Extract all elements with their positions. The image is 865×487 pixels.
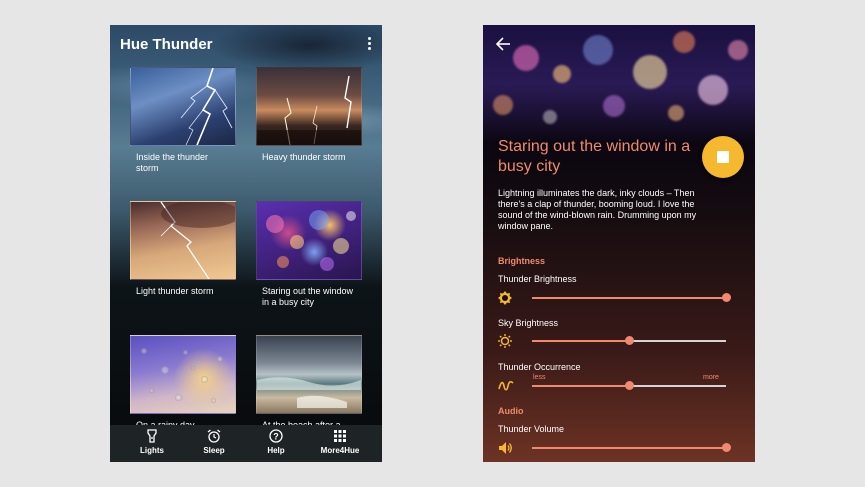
scene-tile[interactable]: Light thunder storm (130, 201, 236, 297)
thunder-volume-slider[interactable] (532, 442, 731, 454)
nav-sleep-label: Sleep (203, 446, 225, 455)
bottom-navigation: Lights Sleep ? Help More4Hue (110, 425, 382, 462)
svg-text:?: ? (273, 432, 279, 442)
sky-brightness-label: Sky Brightness (498, 318, 559, 328)
scene-thumbnail-bokeh-city-lights (256, 201, 362, 280)
scene-thumbnail-raindrops-window (130, 335, 236, 414)
main-screen: Hue Thunder Inside the thunder storm Hea… (110, 25, 382, 462)
section-brightness: Brightness (498, 256, 546, 266)
grid-icon (334, 430, 346, 442)
back-arrow-icon[interactable] (495, 37, 511, 51)
stop-icon (717, 151, 729, 163)
section-audio: Audio (498, 406, 524, 416)
scene-tile-label: Light thunder storm (136, 286, 214, 296)
nav-help-label: Help (267, 446, 285, 455)
scene-thumbnail-lightning-sunset (256, 67, 362, 146)
nav-sleep[interactable]: Sleep (184, 429, 244, 455)
app-bar: Hue Thunder (110, 25, 382, 63)
overflow-menu-icon[interactable] (368, 37, 372, 51)
scene-thumbnail-stormy-beach (256, 335, 362, 414)
stop-button[interactable] (702, 136, 744, 178)
scene-thumbnail-lightning-blue (130, 67, 236, 146)
scene-header-image (483, 25, 755, 145)
sun-icon (498, 334, 512, 348)
thunder-brightness-slider[interactable] (532, 292, 731, 304)
thunder-occurrence-slider[interactable] (532, 380, 726, 392)
scene-detail-screen: Staring out the window in a busy city Li… (483, 25, 755, 462)
scene-description: Lightning illuminates the dark, inky clo… (498, 188, 697, 231)
scene-tile[interactable]: Staring out the window in a busy city (256, 201, 362, 308)
thunder-occurrence-label: Thunder Occurrence (498, 362, 581, 372)
wave-icon (498, 380, 514, 391)
help-circle-icon: ? (269, 429, 283, 443)
nav-more4hue[interactable]: More4Hue (310, 429, 370, 455)
scene-tile-label: Inside the thunder storm (136, 152, 209, 173)
app-title: Hue Thunder (120, 36, 213, 53)
volume-icon (499, 442, 512, 454)
nav-help[interactable]: ? Help (246, 429, 306, 455)
scene-tile-label: Heavy thunder storm (262, 152, 346, 162)
scene-tile[interactable]: Heavy thunder storm (256, 67, 362, 163)
nav-more4hue-label: More4Hue (320, 446, 360, 455)
brightness-icon (498, 291, 512, 305)
scene-tile-label: Staring out the window in a busy city (262, 286, 354, 307)
scene-tile[interactable]: On a rainy day (130, 335, 236, 431)
thunder-volume-label: Thunder Volume (498, 424, 565, 434)
thunder-brightness-label: Thunder Brightness (498, 274, 577, 284)
scene-tile[interactable]: Inside the thunder storm (130, 67, 236, 174)
scene-thumbnail-lightning-orange-sky (130, 201, 236, 280)
nav-lights-label: Lights (140, 446, 164, 455)
flashlight-icon (147, 429, 157, 443)
sky-brightness-slider[interactable] (532, 335, 726, 347)
scene-tile[interactable]: At the beach after a (256, 335, 362, 431)
scene-title: Staring out the window in a busy city (498, 138, 691, 175)
nav-lights[interactable]: Lights (122, 429, 182, 455)
alarm-clock-icon (207, 429, 221, 443)
